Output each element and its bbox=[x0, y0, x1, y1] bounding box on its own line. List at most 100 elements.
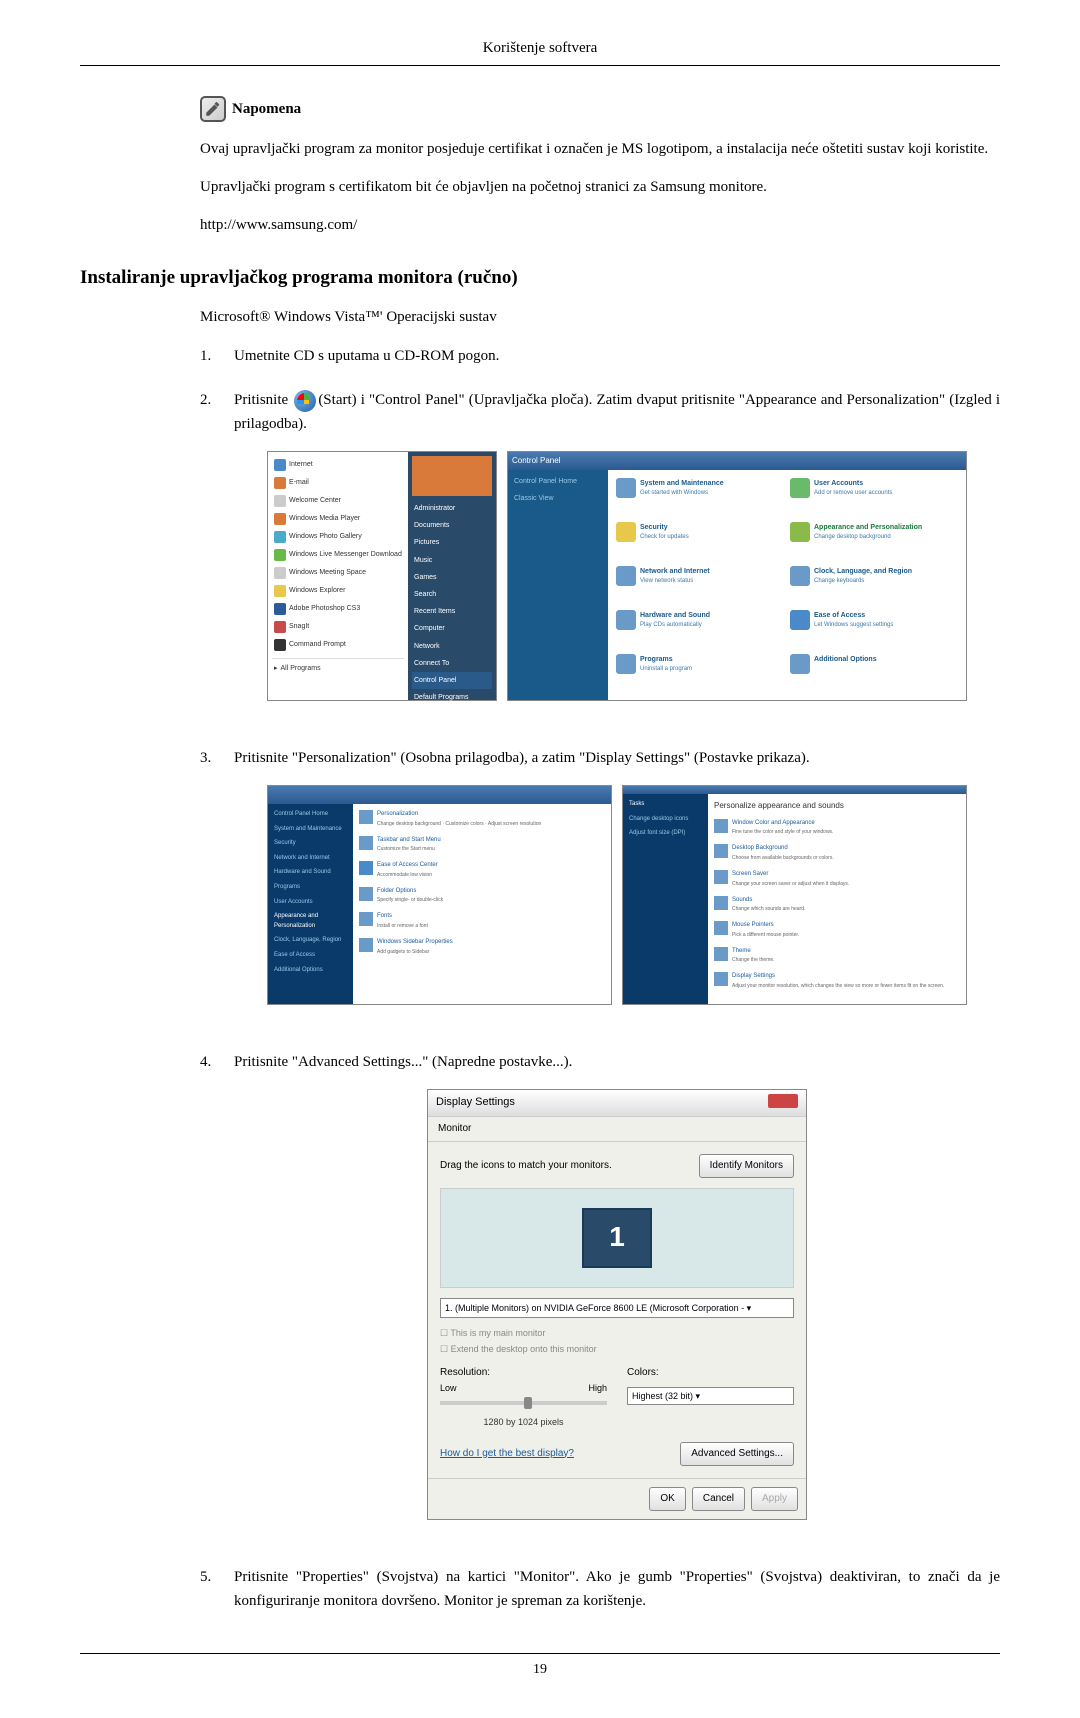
sm-r-item: Documents bbox=[412, 517, 492, 534]
dd-chk2: Extend the desktop onto this monitor bbox=[451, 1344, 597, 1354]
pr-s: Change the theme. bbox=[732, 956, 775, 964]
close-icon bbox=[768, 1094, 798, 1108]
dd-chk1: This is my main monitor bbox=[450, 1328, 545, 1338]
sm-r-item: Administrator bbox=[412, 500, 492, 517]
dd-colors-value: Highest (32 bit) bbox=[632, 1391, 693, 1401]
step-number: 3. bbox=[200, 746, 230, 1030]
cp-item-t: Network and Internet bbox=[640, 566, 710, 577]
windows-start-icon bbox=[294, 390, 316, 412]
dd-monitor-icon: 1 bbox=[582, 1208, 652, 1268]
dd-cancel-btn: Cancel bbox=[692, 1487, 745, 1511]
note-icon bbox=[200, 96, 226, 122]
note-url: http://www.samsung.com/ bbox=[200, 213, 1000, 237]
screenshot-control-panel: Control Panel Control Panel Home Classic… bbox=[507, 451, 967, 701]
sm-item: E-mail bbox=[289, 477, 309, 488]
sm-item: Windows Explorer bbox=[289, 585, 345, 596]
cp-item-s: Get started with Windows bbox=[640, 489, 724, 499]
pi-t: Folder Options bbox=[377, 887, 443, 897]
screenshot-start-menu: Internet E-mail Welcome Center Windows M… bbox=[267, 451, 497, 701]
dd-tab: Monitor bbox=[428, 1117, 806, 1142]
pr-t: Screen Saver bbox=[732, 870, 849, 880]
sm-item: Windows Meeting Space bbox=[289, 567, 366, 578]
pi-t: Ease of Access Center bbox=[377, 861, 438, 871]
pi-s: Accommodate low vision bbox=[377, 871, 438, 879]
pi-t: Taskbar and Start Menu bbox=[377, 836, 441, 846]
step-number: 4. bbox=[200, 1050, 230, 1545]
dd-dropdown: 1. (Multiple Monitors) on NVIDIA GeForce… bbox=[440, 1298, 794, 1318]
subtitle: Microsoft® Windows Vista™' Operacijski s… bbox=[200, 309, 1000, 326]
pi-s: Install or remove a font bbox=[377, 922, 428, 930]
ps-side: Network and Internet bbox=[274, 854, 347, 864]
cp-item-s: Change keyboards bbox=[814, 577, 912, 587]
pr-t: Desktop Background bbox=[732, 844, 834, 854]
dd-title-text: Display Settings bbox=[436, 1094, 515, 1112]
dd-advanced-btn: Advanced Settings... bbox=[680, 1442, 794, 1466]
pi-t: Personalization bbox=[377, 810, 541, 820]
step-4-text: Pritisnite "Advanced Settings..." (Napre… bbox=[234, 1050, 1000, 1074]
sm-r-item: Games bbox=[412, 569, 492, 586]
section-heading: Instaliranje upravljačkog programa monit… bbox=[80, 267, 1000, 289]
cp-side: Classic View bbox=[514, 493, 602, 504]
step-5-text: Pritisnite "Properties" (Svojstva) na ka… bbox=[234, 1565, 1000, 1613]
ps-side: Hardware and Sound bbox=[274, 868, 347, 878]
cp-item-s: Let Windows suggest settings bbox=[814, 621, 893, 631]
step-2b: (Start) i "Control Panel" (Upravljačka p… bbox=[234, 392, 1000, 432]
dd-res-text: 1280 by 1024 pixels bbox=[440, 1415, 607, 1429]
sm-item: Internet bbox=[289, 459, 313, 470]
cp-item-s: Check for updates bbox=[640, 533, 689, 543]
cp-item-s: Change desktop background bbox=[814, 533, 922, 543]
pr-display-settings: Display Settings bbox=[732, 972, 944, 982]
page-footer: 19 bbox=[80, 1653, 1000, 1678]
sm-r-item: Connect To bbox=[412, 655, 492, 672]
dd-identify-btn: Identify Monitors bbox=[699, 1154, 794, 1178]
sm-r-item: Pictures bbox=[412, 534, 492, 551]
cp-title: Control Panel bbox=[512, 455, 560, 468]
sm-r-item: Default Programs bbox=[412, 689, 492, 706]
sm-item: Windows Live Messenger Download bbox=[289, 549, 402, 560]
cp-item-t: System and Maintenance bbox=[640, 478, 724, 489]
pr-t: Sounds bbox=[732, 896, 805, 906]
cp-item-t: Security bbox=[640, 522, 689, 533]
note-paragraph-1: Ovaj upravljački program za monitor posj… bbox=[200, 137, 1000, 161]
pr-t: Window Color and Appearance bbox=[732, 819, 833, 829]
steps-list: 1. Umetnite CD s uputama u CD-ROM pogon.… bbox=[200, 344, 1000, 1613]
sm-item: Welcome Center bbox=[289, 495, 341, 506]
ps-side: Clock, Language, Region bbox=[274, 936, 347, 946]
ps-side: System and Maintenance bbox=[274, 825, 347, 835]
ps-side: Programs bbox=[274, 883, 347, 893]
page-number: 19 bbox=[533, 1662, 547, 1677]
dd-drag-text: Drag the icons to match your monitors. bbox=[440, 1158, 612, 1174]
step-2a: Pritisnite bbox=[234, 392, 292, 408]
pr-s: Change your screen saver or adjust when … bbox=[732, 880, 849, 888]
cp-item-t: User Accounts bbox=[814, 478, 892, 489]
screenshot-appearance-personalization: Control Panel Home System and Maintenanc… bbox=[267, 785, 612, 1005]
dd-apply-btn: Apply bbox=[751, 1487, 798, 1511]
screenshot-display-settings: Display Settings Monitor Drag the icons … bbox=[427, 1089, 807, 1520]
sm-item: Windows Photo Gallery bbox=[289, 531, 362, 542]
pi-s: Add gadgets to Sidebar bbox=[377, 948, 453, 956]
sm-r-item: Music bbox=[412, 552, 492, 569]
cp-item-t: Ease of Access bbox=[814, 610, 893, 621]
sm-r-item: Computer bbox=[412, 620, 492, 637]
cp-item-t: Programs bbox=[640, 654, 692, 665]
sm-r-item: Search bbox=[412, 586, 492, 603]
dd-help-link: How do I get the best display? bbox=[440, 1446, 574, 1462]
pr-s: Pick a different mouse pointer. bbox=[732, 931, 799, 939]
pr-s: Fine tune the color and style of your wi… bbox=[732, 828, 833, 836]
cp-item-s: View network status bbox=[640, 577, 710, 587]
sm-item: SnagIt bbox=[289, 621, 309, 632]
sm-item: All Programs bbox=[281, 663, 321, 674]
pr-t: Mouse Pointers bbox=[732, 921, 799, 931]
ps-side-highlight: Appearance and Personalization bbox=[274, 912, 347, 931]
sm-r-item-control-panel: Control Panel bbox=[412, 672, 492, 689]
ps-side: Ease of Access bbox=[274, 951, 347, 961]
step-number: 1. bbox=[200, 344, 230, 368]
page-header-title: Korištenje softvera bbox=[80, 40, 1000, 57]
pr-t: Theme bbox=[732, 947, 775, 957]
ps-side: Additional Options bbox=[274, 966, 347, 976]
cp-item-s: Add or remove user accounts bbox=[814, 489, 892, 499]
sm-r-item: Help and Support bbox=[412, 706, 492, 723]
pr-s: Change which sounds are heard. bbox=[732, 905, 805, 913]
step-2-text: Pritisnite (Start) i "Control Panel" (Up… bbox=[234, 388, 1000, 436]
dd-low: Low bbox=[440, 1381, 457, 1395]
